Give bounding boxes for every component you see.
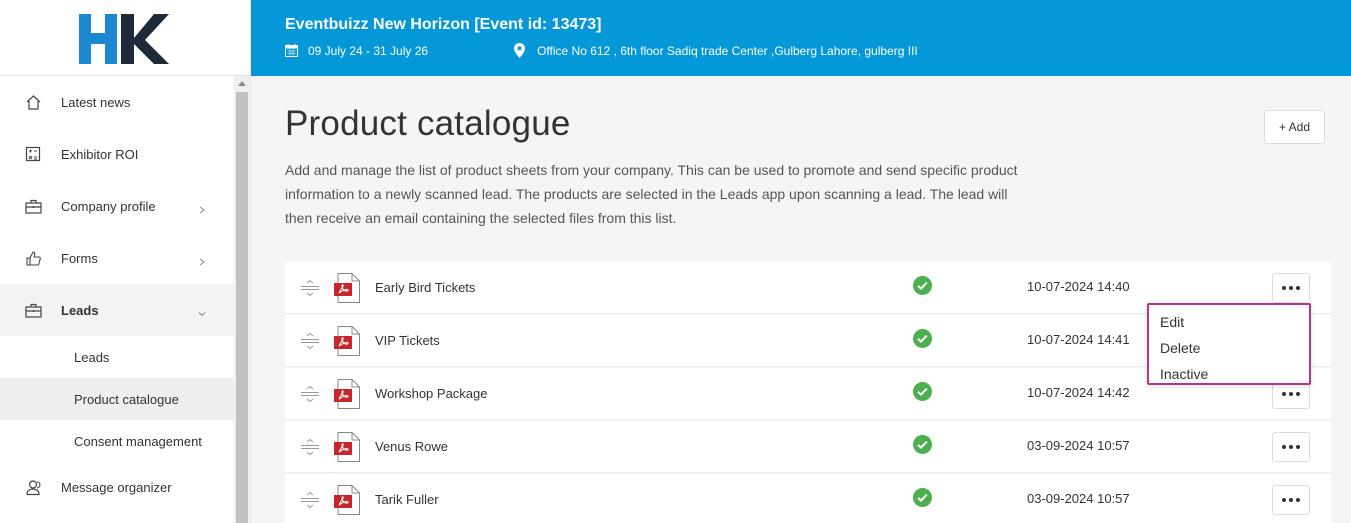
scroll-up-arrow-icon[interactable] [238,81,246,86]
event-dates: 09 July 24 - 31 July 26 [308,43,429,58]
calendar-icon [285,44,298,57]
drag-handle-icon[interactable] [300,280,320,296]
sidebar-nav: Latest news Exhibitor ROI Company profil… [0,76,234,512]
sidebar-item-label: Exhibitor ROI [61,146,139,162]
sidebar-item-label: Company profile [61,198,156,214]
briefcase-icon [24,301,42,319]
page-description: Add and manage the list of product sheet… [285,162,1018,226]
pdf-file-icon [334,273,360,303]
chevron-right-icon [199,258,205,266]
briefcase-icon [24,197,42,215]
sidebar-item-exhibitor-roi[interactable]: Exhibitor ROI [0,128,234,180]
more-actions-button[interactable] [1272,432,1310,462]
product-name: VIP Tickets [375,333,440,348]
active-status-icon [913,435,932,454]
drag-handle-icon[interactable] [300,386,320,402]
menu-item-inactive[interactable]: Inactive [1149,361,1309,387]
chevron-down-icon [198,312,206,317]
menu-item-edit[interactable]: Edit [1149,309,1309,335]
pdf-file-icon [334,379,360,409]
event-meta: 09 July 24 - 31 July 26 Office No 612 , … [285,43,918,58]
company-logo[interactable] [79,14,169,64]
drag-handle-icon[interactable] [300,492,320,508]
sidebar-item-company-profile[interactable]: Company profile [0,180,234,232]
product-date: 10-07-2024 14:42 [1027,385,1130,400]
main-content: Product catalogue + Add Add and manage t… [251,76,1351,523]
product-date: 03-09-2024 10:57 [1027,491,1130,506]
users-icon [24,478,42,496]
product-date: 10-07-2024 14:40 [1027,279,1130,294]
scrollbar-thumb[interactable] [236,92,248,523]
more-dots-icon [1282,392,1300,396]
more-dots-icon [1282,498,1300,502]
event-location: Office No 612 , 6th floor Sadiq trade Ce… [537,43,918,58]
sidebar-item-label: Forms [61,250,98,266]
product-name: Tarik Fuller [375,492,439,507]
sidebar-item-label: Message organizer [61,479,172,495]
active-status-icon [913,329,932,348]
event-title: Eventbuizz New Horizon [Event id: 13473] [285,16,602,33]
pdf-file-icon [334,485,360,515]
logo-area [0,0,250,76]
event-header: Eventbuizz New Horizon [Event id: 13473]… [251,0,1351,76]
location-pin-icon [514,43,526,58]
pdf-file-icon [334,326,360,356]
more-actions-button[interactable] [1272,485,1310,515]
sidebar-item-forms[interactable]: Forms [0,232,234,284]
table-row: Venus Rowe 03-09-2024 10:57 [285,421,1331,473]
home-icon [24,93,42,111]
menu-item-delete[interactable]: Delete [1149,335,1309,361]
drag-handle-icon[interactable] [300,333,320,349]
sidebar-item-label: Leads [61,302,99,318]
sidebar-item-latest-news[interactable]: Latest news [0,76,234,128]
more-dots-icon [1282,286,1300,290]
active-status-icon [913,488,932,507]
chevron-right-icon [199,206,205,214]
sidebar-item-message-organizer[interactable]: Message organizer [0,462,234,512]
sidebar-subitem-product-catalogue[interactable]: Product catalogue [0,378,234,420]
product-name: Early Bird Tickets [375,280,476,295]
drag-handle-icon[interactable] [300,439,320,455]
sidebar-item-label: Latest news [61,94,131,110]
sidebar: Latest news Exhibitor ROI Company profil… [0,0,251,523]
active-status-icon [913,382,932,401]
page-title: Product catalogue [285,104,571,143]
more-dots-icon [1282,445,1300,449]
add-product-button[interactable]: + Add [1264,110,1325,144]
row-actions-menu: Edit Delete Inactive [1147,303,1311,385]
table-row: Tarik Fuller 03-09-2024 10:57 [285,474,1331,523]
product-name: Venus Rowe [375,439,448,454]
thumbs-up-icon [24,249,42,267]
product-name: Workshop Package [375,386,488,401]
sidebar-subitem-leads[interactable]: Leads [0,336,234,378]
product-date: 03-09-2024 10:57 [1027,438,1130,453]
sidebar-scrollbar[interactable] [234,76,250,523]
active-status-icon [913,276,932,295]
more-actions-button[interactable] [1272,273,1310,303]
calculator-icon [24,145,42,163]
product-list: Early Bird Tickets 10-07-2024 14:40 VIP Ti… [285,262,1331,523]
pdf-file-icon [334,432,360,462]
product-date: 10-07-2024 14:41 [1027,332,1130,347]
sidebar-item-leads[interactable]: Leads [0,284,234,336]
sidebar-subitem-consent-management[interactable]: Consent management [0,420,234,462]
